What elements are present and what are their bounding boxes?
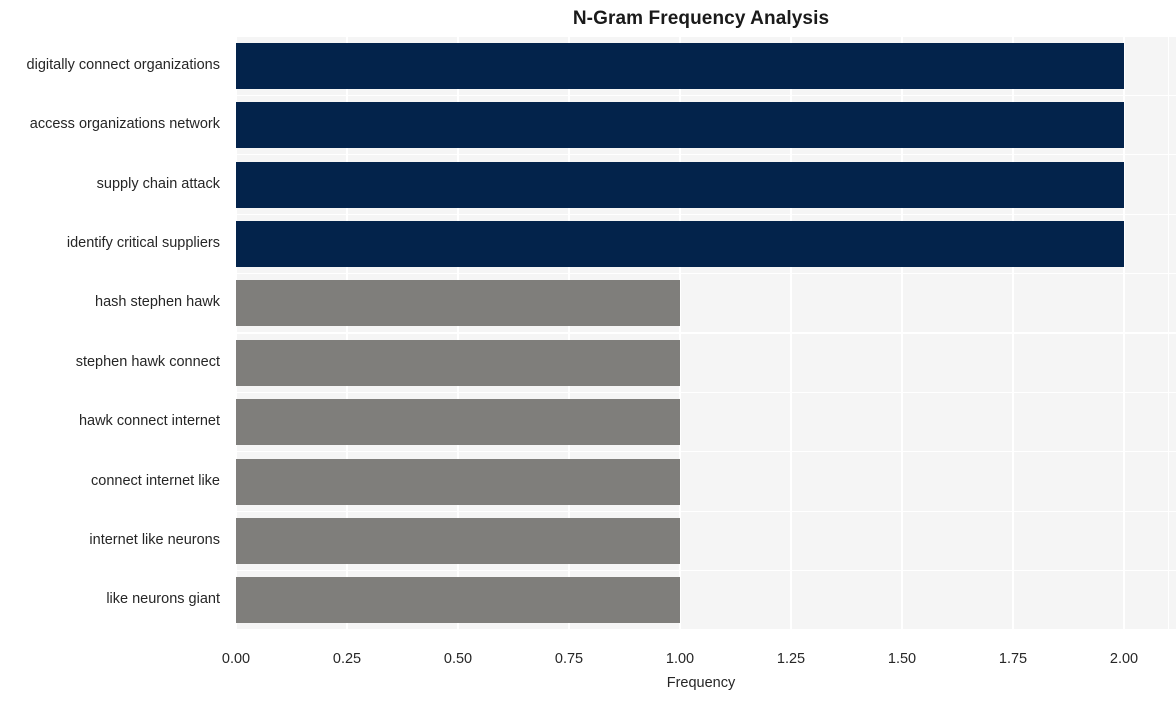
- bar[interactable]: [236, 102, 1124, 149]
- y-tick-label: supply chain attack: [96, 175, 220, 192]
- plot-area: [236, 36, 1176, 630]
- bar[interactable]: [236, 220, 1124, 267]
- x-tick-label: 0.25: [332, 651, 362, 667]
- chart-title: N-Gram Frequency Analysis: [572, 8, 830, 29]
- bar[interactable]: [236, 42, 1124, 89]
- gridline-horizontal: [236, 94, 1176, 97]
- gridline-horizontal: [236, 391, 1176, 394]
- y-tick-label: identify critical suppliers: [66, 234, 220, 251]
- chart-figure: N-Gram Frequency Analysis digitally conn…: [0, 0, 1176, 701]
- x-tick-label: 2.00: [1109, 651, 1139, 667]
- y-axis-tick-labels: digitally connect organizations access or…: [0, 0, 228, 701]
- gridline-horizontal: [236, 451, 1176, 453]
- gridline-horizontal: [236, 569, 1176, 572]
- y-tick-label: digitally connect organizations: [26, 56, 220, 73]
- gridline-horizontal: [236, 36, 1176, 37]
- x-axis-label: Frequency: [666, 675, 736, 691]
- y-tick-label: internet like neurons: [89, 531, 220, 548]
- bar[interactable]: [236, 339, 680, 386]
- x-tick-label: 0.75: [554, 651, 584, 667]
- gridline-horizontal: [236, 510, 1176, 512]
- y-tick-label: like neurons giant: [106, 591, 220, 608]
- y-tick-label: connect internet like: [91, 472, 220, 489]
- bar[interactable]: [236, 161, 1124, 208]
- gridline-horizontal: [236, 629, 1176, 630]
- x-tick-label: 0.00: [221, 651, 251, 667]
- x-tick-label: 1.25: [776, 651, 806, 667]
- gridline-horizontal: [236, 213, 1176, 215]
- bar[interactable]: [236, 399, 680, 446]
- gridline-horizontal: [236, 332, 1176, 334]
- y-tick-label: hash stephen hawk: [95, 294, 220, 311]
- x-tick-label: 1.75: [998, 651, 1028, 667]
- x-axis-tick-labels: 0.00 0.25 0.50 0.75 1.00 1.25 1.50 1.75 2.00: [0, 650, 1176, 672]
- x-tick-label: 1.50: [887, 651, 917, 667]
- y-tick-label: access organizations network: [29, 116, 220, 133]
- x-tick-label: 0.50: [443, 651, 473, 667]
- y-tick-label: hawk connect internet: [78, 413, 220, 430]
- x-tick-label: 1.00: [665, 651, 695, 667]
- bar[interactable]: [236, 458, 680, 505]
- bar[interactable]: [236, 280, 680, 327]
- y-tick-label: stephen hawk connect: [75, 353, 220, 370]
- gridline-horizontal: [236, 272, 1176, 275]
- bar[interactable]: [236, 577, 680, 624]
- bar[interactable]: [236, 517, 680, 564]
- gridline-horizontal: [236, 154, 1176, 156]
